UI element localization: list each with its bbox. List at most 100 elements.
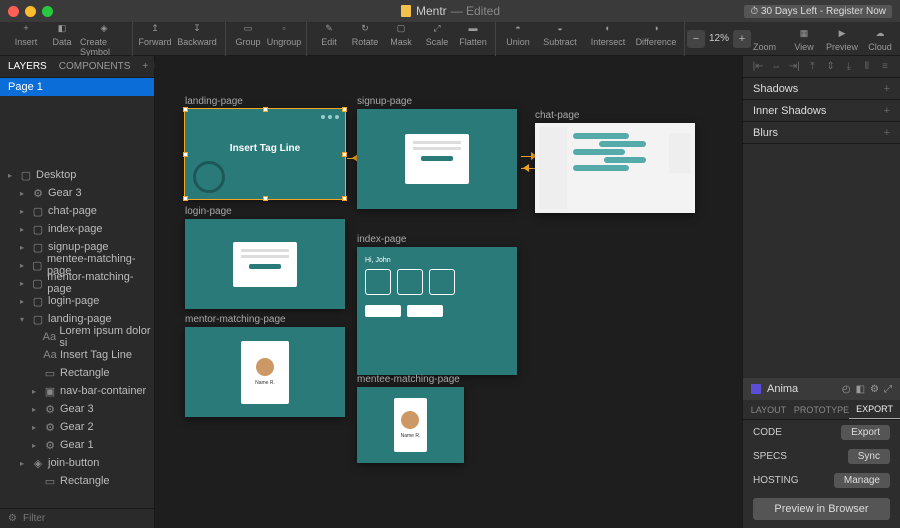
artboard-label-login-page[interactable]: login-page <box>185 206 345 217</box>
layer-row-gear-3[interactable]: ▸⚙Gear 3 <box>0 184 154 202</box>
layer-name: landing-page <box>48 313 112 325</box>
disclosure-icon[interactable]: ▸ <box>20 189 28 198</box>
disclosure-icon[interactable]: ▸ <box>20 261 28 270</box>
layer-row-rectangle[interactable]: ▭Rectangle <box>0 364 154 382</box>
zoom-value[interactable]: 12% <box>709 33 729 44</box>
disclosure-icon[interactable]: ▸ <box>32 441 40 450</box>
disclosure-icon[interactable]: ▾ <box>20 315 28 324</box>
disclosure-icon[interactable]: ▸ <box>32 405 40 414</box>
align-bottom-icon[interactable]: ⤓ <box>843 61 855 72</box>
artboard-signup-page[interactable] <box>357 109 517 209</box>
align-left-icon[interactable]: |⇤ <box>752 61 764 72</box>
anima-toggle-icon[interactable]: ◧ <box>856 384 865 395</box>
layer-row-gear-3[interactable]: ▸⚙Gear 3 <box>0 400 154 418</box>
layer-row-desktop[interactable]: ▸▢Desktop <box>0 166 154 184</box>
align-top-icon[interactable]: ⤒ <box>806 61 818 72</box>
artboard-landing-page[interactable]: Insert Tag Line <box>185 109 345 199</box>
tool-data[interactable]: ◧Data <box>44 20 80 57</box>
anima-sync-button[interactable]: Sync <box>848 449 890 464</box>
anima-tab-layout[interactable]: LAYOUT <box>743 400 794 419</box>
disclosure-icon[interactable]: ▸ <box>20 243 28 252</box>
artboard-label-signup-page[interactable]: signup-page <box>357 96 517 107</box>
layer-filter[interactable]: ⚙ Filter <box>0 508 154 528</box>
anima-expand-icon[interactable]: ⤢ <box>884 384 892 395</box>
disclosure-icon[interactable]: ▸ <box>20 459 28 468</box>
distribute-h-icon[interactable]: ⫴ <box>861 61 873 72</box>
trial-banner[interactable]: ⏱ 30 Days Left - Register Now <box>744 5 892 18</box>
align-right-icon[interactable]: ⇥| <box>788 61 800 72</box>
maximize-window-icon[interactable] <box>42 6 53 17</box>
add-inner-shadows-icon[interactable]: + <box>884 105 890 117</box>
layer-row-insert-tag-line[interactable]: AaInsert Tag Line <box>0 346 154 364</box>
artboard-index-page[interactable]: Hi, John <box>357 247 517 375</box>
tool-edit[interactable]: ✎Edit <box>311 20 347 57</box>
tool-forward[interactable]: ↥Forward <box>137 20 173 57</box>
layer-row-gear-1[interactable]: ▸⚙Gear 1 <box>0 436 154 454</box>
anima-manage-button[interactable]: Manage <box>834 473 890 488</box>
disclosure-icon[interactable]: ▸ <box>32 387 40 396</box>
tool-subtract[interactable]: ◒Subtract <box>536 20 584 57</box>
tool-scale[interactable]: ⤢Scale <box>419 20 455 57</box>
artboard-chat-page[interactable] <box>535 123 695 213</box>
artboard-label-landing-page[interactable]: landing-page <box>185 96 345 107</box>
add-blurs-icon[interactable]: + <box>884 127 890 139</box>
canvas[interactable]: landing-page Insert Tag Line signup-page ch… <box>155 56 742 528</box>
add-page-icon[interactable]: + <box>142 61 148 72</box>
anima-tab-prototype[interactable]: PROTOTYPE <box>794 400 849 419</box>
tool-flatten[interactable]: ▬Flatten <box>455 20 491 57</box>
anima-export-button[interactable]: Export <box>841 425 890 440</box>
close-window-icon[interactable] <box>8 6 19 17</box>
layer-row-rectangle[interactable]: ▭Rectangle <box>0 472 154 490</box>
artboard-mentee-matching-page[interactable]: Name R. <box>357 387 464 463</box>
tool-mask[interactable]: ▢Mask <box>383 20 419 57</box>
layer-row-lorem-ipsum-dolor-si[interactable]: AaLorem ipsum dolor si <box>0 328 154 346</box>
artboard-label-index-page[interactable]: index-page <box>357 234 517 245</box>
artboard-login-page[interactable] <box>185 219 345 309</box>
layer-row-chat-page[interactable]: ▸▢chat-page <box>0 202 154 220</box>
inspector-section-shadows[interactable]: Shadows+ <box>743 78 900 100</box>
tool-group[interactable]: ▭Group <box>230 20 266 57</box>
disclosure-icon[interactable]: ▸ <box>20 207 28 216</box>
artboard-label-mentor-matching-page[interactable]: mentor-matching-page <box>185 314 345 325</box>
tool-ungroup[interactable]: ▫Ungroup <box>266 20 302 57</box>
artboard-mentor-matching-page[interactable]: Name R. <box>185 327 345 417</box>
layer-row-join-button[interactable]: ▸◈join-button <box>0 454 154 472</box>
disclosure-icon[interactable]: ▸ <box>32 423 40 432</box>
align-center-h-icon[interactable]: ⇔ <box>770 61 782 72</box>
disclosure-icon[interactable]: ▸ <box>20 279 28 288</box>
tool-backward[interactable]: ↧Backward <box>173 20 221 57</box>
anima-gear-icon[interactable]: ⚙ <box>870 384 879 395</box>
disclosure-icon[interactable]: ▸ <box>8 171 16 180</box>
anima-settings-icon[interactable]: ◴ <box>842 384 851 395</box>
distribute-v-icon[interactable]: ≡ <box>879 61 891 72</box>
tab-layers[interactable]: LAYERS <box>8 61 47 72</box>
zoom-out-button[interactable]: − <box>687 30 705 48</box>
tool-preview[interactable]: ▶Preview <box>824 25 860 52</box>
align-middle-v-icon[interactable]: ⇕ <box>825 61 837 72</box>
artboard-label-mentee-matching-page[interactable]: mentee-matching-page <box>357 374 464 385</box>
add-shadows-icon[interactable]: + <box>884 83 890 95</box>
preview-in-browser-button[interactable]: Preview in Browser <box>753 498 890 520</box>
tab-components[interactable]: COMPONENTS <box>59 61 131 72</box>
current-page[interactable]: Page 1 <box>0 78 154 96</box>
layer-row-mentor-matching-page[interactable]: ▸▢mentor-matching-page <box>0 274 154 292</box>
inspector-section-inner-shadows[interactable]: Inner Shadows+ <box>743 100 900 122</box>
layer-row-gear-2[interactable]: ▸⚙Gear 2 <box>0 418 154 436</box>
tool-cloud[interactable]: ☁Cloud <box>862 25 898 52</box>
artboard-label-chat-page[interactable]: chat-page <box>535 110 695 121</box>
layer-row-nav-bar-container[interactable]: ▸▣nav-bar-container <box>0 382 154 400</box>
minimize-window-icon[interactable] <box>25 6 36 17</box>
tool-difference[interactable]: ◑Difference <box>632 20 680 57</box>
inspector-section-blurs[interactable]: Blurs+ <box>743 122 900 144</box>
layer-row-index-page[interactable]: ▸▢index-page <box>0 220 154 238</box>
tool-insert[interactable]: +Insert <box>8 20 44 57</box>
anima-tab-export[interactable]: EXPORT <box>849 400 900 419</box>
tool-union[interactable]: ◓Union <box>500 20 536 57</box>
tool-view[interactable]: ▦View <box>786 25 822 52</box>
zoom-in-button[interactable]: + <box>733 30 751 48</box>
tool-rotate[interactable]: ↻Rotate <box>347 20 383 57</box>
tool-intersect[interactable]: ◐Intersect <box>584 20 632 57</box>
disclosure-icon[interactable]: ▸ <box>20 225 28 234</box>
disclosure-icon[interactable]: ▸ <box>20 297 28 306</box>
tool-create-symbol[interactable]: ◈Create Symbol <box>80 20 128 57</box>
